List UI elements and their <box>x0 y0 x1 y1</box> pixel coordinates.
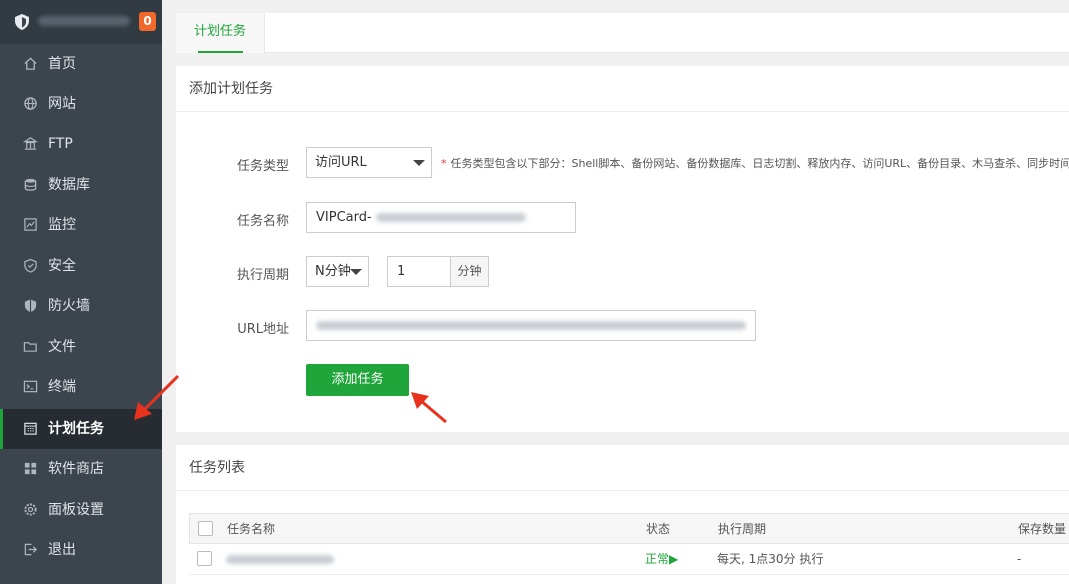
redacted-url <box>316 321 746 330</box>
folder-icon <box>23 342 37 352</box>
task-type-hint-text: 任务类型包含以下部分：Shell脚本、备份网站、备份数据库、日志切割、释放内存、… <box>450 157 1069 170</box>
col-task-name: 任务名称 <box>227 522 276 536</box>
divider <box>176 111 1069 112</box>
task-name-label: 任务名称 <box>236 214 289 229</box>
table-header: 任务名称 状态 执行周期 保存数量 <box>189 513 1069 544</box>
tab-cron[interactable]: 计划任务 <box>176 13 265 53</box>
globe-icon <box>24 97 37 110</box>
monitor-icon <box>24 218 37 231</box>
shield-icon <box>24 258 37 273</box>
sidebar-item-label: 首页 <box>48 56 76 72</box>
sidebar-item-label: 软件商店 <box>48 461 104 477</box>
sidebar-item-label: 数据库 <box>48 177 90 193</box>
sidebar-item-label: 面板设置 <box>48 502 104 518</box>
period-minutes-value: 1 <box>397 264 406 279</box>
panel-title: 添加计划任务 <box>189 81 273 97</box>
sidebar: 0 首页 网站 FTP 数据库 监控 安全 防火墙 文件 终端 计划任务 软件商… <box>0 0 162 584</box>
terminal-icon <box>23 380 38 393</box>
task-name-cell <box>226 544 334 574</box>
sidebar-item-label: 计划任务 <box>48 421 104 437</box>
period-minutes-input[interactable]: 1 <box>387 256 451 287</box>
required-star: * <box>441 157 447 170</box>
redacted-text <box>226 555 334 564</box>
task-type-value: 访问URL <box>315 155 367 170</box>
sidebar-item-label: FTP <box>48 136 73 152</box>
table-row: 正常▶ 每天, 1点30分 执行 - <box>189 544 1069 575</box>
firewall-icon <box>24 299 37 313</box>
sidebar-item-database[interactable]: 数据库 <box>0 165 162 205</box>
period-type-select[interactable]: N分钟 <box>306 256 369 287</box>
sidebar-item-app-store[interactable]: 软件商店 <box>0 449 162 489</box>
task-type-select[interactable]: 访问URL <box>306 147 432 178</box>
sidebar-item-terminal[interactable]: 终端 <box>0 367 162 407</box>
divider <box>176 490 1069 491</box>
url-label: URL地址 <box>237 322 289 337</box>
period-type-value: N分钟 <box>315 264 351 279</box>
redacted-text <box>375 213 526 222</box>
calendar-icon <box>24 422 37 435</box>
notification-badge[interactable]: 0 <box>139 12 156 31</box>
task-name-value: VIPCard- <box>316 210 372 225</box>
chevron-down-icon <box>413 160 425 166</box>
sidebar-item-logout[interactable]: 退出 <box>0 530 162 570</box>
col-status: 状态 <box>646 522 671 536</box>
logout-icon <box>24 543 37 556</box>
sidebar-item-label: 监控 <box>48 217 76 233</box>
sidebar-header: 0 <box>0 0 162 44</box>
sidebar-item-label: 网站 <box>48 96 76 112</box>
chevron-down-icon <box>350 269 362 275</box>
tab-bar: 计划任务 <box>176 13 1069 53</box>
sidebar-item-cron[interactable]: 计划任务 <box>0 409 162 449</box>
period-cell: 每天, 1点30分 执行 <box>717 552 824 566</box>
keep-cell: - <box>1017 552 1022 566</box>
sidebar-item-label: 终端 <box>48 379 76 395</box>
sidebar-item-files[interactable]: 文件 <box>0 327 162 367</box>
home-icon <box>24 57 37 70</box>
sidebar-item-label: 文件 <box>48 339 76 355</box>
sidebar-item-security[interactable]: 安全 <box>0 246 162 286</box>
sidebar-item-home[interactable]: 首页 <box>0 44 162 84</box>
ftp-icon <box>23 137 38 150</box>
gear-icon <box>24 503 37 516</box>
add-task-button[interactable]: 添加任务 <box>306 364 409 396</box>
url-input[interactable] <box>306 310 756 341</box>
sidebar-item-website[interactable]: 网站 <box>0 84 162 124</box>
apps-icon <box>24 462 37 475</box>
sidebar-item-monitor[interactable]: 监控 <box>0 205 162 245</box>
add-task-panel: 添加计划任务 任务类型 访问URL * 任务类型包含以下部分：Shell脚本、备份… <box>176 66 1069 432</box>
sidebar-item-label: 防火墙 <box>48 298 90 314</box>
task-type-label: 任务类型 <box>236 159 289 174</box>
task-list-panel: 任务列表 任务名称 状态 执行周期 保存数量 正常▶ 每天, 1点30分 执行 … <box>176 445 1069 584</box>
task-type-hint: * 任务类型包含以下部分：Shell脚本、备份网站、备份数据库、日志切割、释放内存… <box>441 155 1069 171</box>
select-all-checkbox[interactable] <box>198 521 213 536</box>
status-badge[interactable]: 正常▶ <box>645 544 678 574</box>
task-name-input[interactable]: VIPCard- <box>306 202 576 233</box>
logo-icon <box>15 14 29 30</box>
col-period: 执行周期 <box>718 522 767 536</box>
col-keep: 保存数量 <box>1018 522 1067 536</box>
task-table: 任务名称 状态 执行周期 保存数量 正常▶ 每天, 1点30分 执行 - <box>189 513 1069 584</box>
row-checkbox[interactable] <box>197 551 212 566</box>
database-icon <box>24 178 37 191</box>
panel-title: 任务列表 <box>189 460 245 476</box>
sidebar-item-label: 安全 <box>48 258 76 274</box>
sidebar-item-settings[interactable]: 面板设置 <box>0 490 162 530</box>
sidebar-item-ftp[interactable]: FTP <box>0 124 162 164</box>
server-hostname <box>38 16 130 26</box>
period-unit-addon: 分钟 <box>450 256 489 287</box>
sidebar-item-label: 退出 <box>48 542 76 558</box>
sidebar-item-firewall[interactable]: 防火墙 <box>0 286 162 326</box>
period-label: 执行周期 <box>236 268 289 283</box>
